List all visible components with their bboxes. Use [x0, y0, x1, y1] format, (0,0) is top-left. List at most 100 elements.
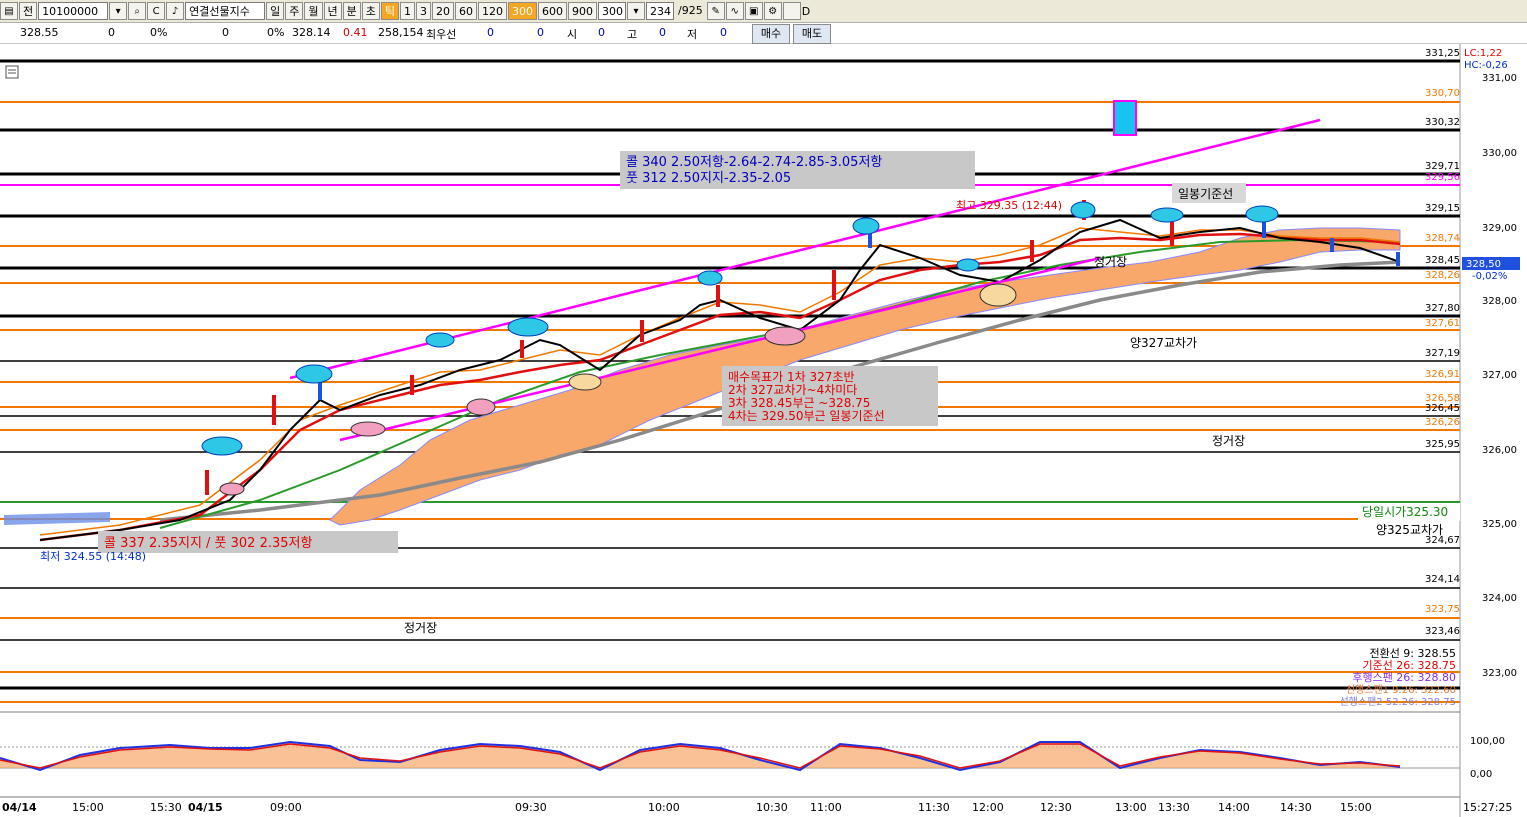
period-month[interactable]: 월: [304, 2, 323, 20]
period-tick[interactable]: 틱: [380, 2, 399, 20]
period-minute[interactable]: 분: [342, 2, 361, 20]
draw-tool-icon[interactable]: ✎: [706, 2, 725, 20]
buy-target-1: 매수목표가 1차 327초반: [728, 370, 855, 384]
indicator-icon[interactable]: ∿: [725, 2, 744, 20]
callput-top-line1: 콜 340 2.50저항-2.64-2.74-2.85-3.05저항: [626, 155, 882, 170]
price-tick: 325,00: [1482, 519, 1517, 530]
quote-p1: 0%: [150, 26, 168, 39]
best-bid: 0: [487, 26, 494, 39]
compare-icon[interactable]: C: [147, 2, 166, 20]
price-tick: 327,61: [1425, 318, 1460, 329]
unit-300[interactable]: 300: [508, 2, 537, 20]
time-tick: 10:30: [756, 801, 788, 814]
dropdown-icon[interactable]: ▾: [109, 2, 128, 20]
unit-3[interactable]: 3: [416, 2, 431, 20]
mode-button[interactable]: 전: [19, 2, 38, 20]
unit-1[interactable]: 1: [400, 2, 415, 20]
jeonggijang1: 정거장: [1212, 434, 1245, 448]
quote-price: 328.55: [20, 26, 59, 39]
high-label: 고: [627, 28, 638, 41]
price-chart[interactable]: 콜 340 2.50저항-2.64-2.74-2.85-3.05저항 풋 312…: [0, 44, 1527, 817]
quote-change: 0.41: [343, 26, 368, 39]
time-tick: 14:00: [1218, 801, 1250, 814]
instrument-name[interactable]: 연결선물지수: [185, 2, 266, 20]
time-axis: 04/14 15:00 15:30 04/15 09:00 09:30 10:0…: [2, 801, 1512, 814]
jeonggijang2: 정거장: [404, 621, 437, 635]
buy-button[interactable]: 매수: [752, 24, 790, 44]
price-tick: 323,46: [1425, 626, 1460, 637]
price-tick: 328,45: [1425, 255, 1460, 266]
open-val: 0: [598, 26, 605, 39]
price-tick: 328,74: [1425, 233, 1460, 244]
price-tick: 331,00: [1482, 73, 1517, 84]
period-day[interactable]: 일: [266, 2, 285, 20]
time-tick: 09:30: [515, 801, 547, 814]
time-tick: 15:00: [1340, 801, 1372, 814]
unit-120[interactable]: 120: [478, 2, 507, 20]
unit-20[interactable]: 20: [432, 2, 454, 20]
low-note: 최저 324.55 (14:48): [40, 550, 146, 563]
time-tick: 11:00: [810, 801, 842, 814]
time-tick: 12:00: [972, 801, 1004, 814]
chart-menu-icon[interactable]: ▤: [0, 2, 18, 20]
ilbong-label: 일봉기준선: [1178, 187, 1233, 201]
buy-target-2: 2차 327교차가~4차미다: [728, 383, 857, 397]
price-tick: 323,75: [1425, 604, 1460, 615]
quote-q2: 0: [222, 26, 229, 39]
time-tick: 15:00: [72, 801, 104, 814]
time-tick: 14:30: [1280, 801, 1312, 814]
period-second[interactable]: 초: [361, 2, 380, 20]
price-tick: 327,80: [1425, 303, 1460, 314]
legend-3: 후행스팬 26: 328.80: [1352, 671, 1456, 684]
low-label: 저: [687, 28, 698, 41]
unit-900[interactable]: 900: [568, 2, 597, 20]
quote-last: 328.14: [292, 26, 331, 39]
price-tick: 328,00: [1482, 296, 1517, 307]
high-note: 최고 329.35 (12:44): [956, 199, 1062, 212]
price-tick: 329,15: [1425, 203, 1460, 214]
code-input[interactable]: 10100000: [38, 2, 109, 20]
sound-icon[interactable]: ♪: [166, 2, 185, 20]
unit-input[interactable]: 300: [598, 2, 626, 20]
price-tick: 327,19: [1425, 348, 1460, 359]
unit-dropdown-icon[interactable]: ▾: [627, 2, 645, 20]
unit-600[interactable]: 600: [538, 2, 567, 20]
time-tick: 11:30: [918, 801, 950, 814]
price-tick: 323,00: [1482, 668, 1517, 679]
time-tick: 13:00: [1115, 801, 1147, 814]
time-tick: 13:30: [1158, 801, 1190, 814]
time-tick: 12:30: [1040, 801, 1072, 814]
period-year[interactable]: 년: [323, 2, 342, 20]
osc-tick-0: 0,00: [1470, 769, 1492, 780]
best-label: 최우선: [426, 28, 457, 41]
hc-label: HC:-0,26: [1464, 60, 1508, 71]
quote-row: 328.55 0 0% 0 0% 328.14 0.41 258,154 최우선…: [0, 23, 1527, 44]
panel-menu-icon[interactable]: [5, 65, 19, 79]
jeonggijang3: 정거장: [1094, 255, 1127, 269]
buy-target-3: 3차 328.45부근 ~328.75: [728, 396, 870, 410]
price-tick: 329,56: [1425, 172, 1460, 183]
chart-toolbar: ▤ 전 10100000 ▾ ⌕ C ♪ 연결선물지수 일 주 월 년 분 초 …: [0, 0, 1527, 23]
quote-volume: 258,154: [378, 26, 424, 39]
price-tick: 329,71: [1425, 161, 1460, 172]
legend-5: 선행스팬2 52.26: 328.75: [1339, 696, 1456, 708]
target-box: [1113, 100, 1137, 136]
unit-60[interactable]: 60: [455, 2, 477, 20]
search-icon[interactable]: ⌕: [128, 2, 147, 20]
price-tick: 326,45: [1425, 403, 1460, 414]
quote-p2: 0%: [267, 26, 285, 39]
callput-top-line2: 풋 312 2.50지지-2.35-2.05: [626, 171, 791, 186]
period-week[interactable]: 주: [285, 2, 304, 20]
checkbox[interactable]: [782, 2, 801, 20]
settings-icon[interactable]: ⚙: [763, 2, 782, 20]
open-label: 시: [567, 28, 578, 41]
price-tick: 327,00: [1482, 370, 1517, 381]
quote-q1: 0: [108, 26, 115, 39]
count-input[interactable]: 234: [646, 2, 674, 20]
high-val: 0: [659, 26, 666, 39]
price-tick: 330,70: [1425, 88, 1460, 99]
price-tick: 326,26: [1425, 417, 1460, 428]
save-icon[interactable]: ▣: [744, 2, 763, 20]
sell-button[interactable]: 매도: [793, 24, 831, 44]
price-tick: 329,00: [1482, 223, 1517, 234]
